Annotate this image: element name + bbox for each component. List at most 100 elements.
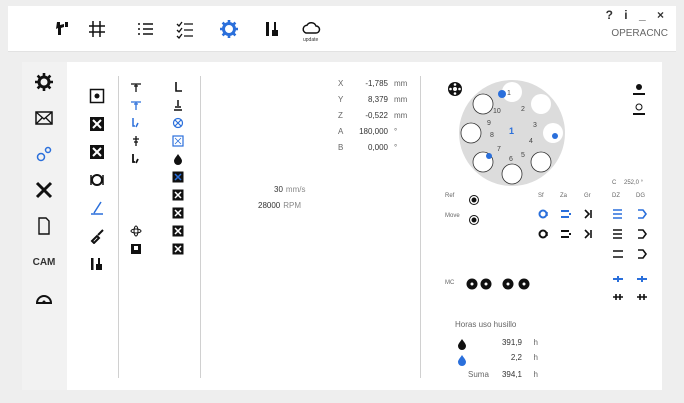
feed-readout: 30 mm/s [274, 185, 306, 194]
clamp-black-icon[interactable] [612, 290, 624, 304]
frame-dot-icon[interactable] [88, 87, 106, 105]
bit-icon[interactable] [130, 116, 142, 130]
col-header-sf: Sf [538, 193, 544, 199]
dz-line-icon[interactable] [612, 247, 624, 261]
move-label: Move [445, 213, 460, 219]
bit-icon[interactable] [130, 152, 142, 166]
mc-carousel-icon[interactable] [480, 277, 492, 291]
za-on-icon[interactable] [560, 207, 572, 221]
clamp-blue-icon[interactable] [636, 272, 648, 286]
app-name: OPERACNC [611, 28, 668, 39]
spindle-tool-icon[interactable] [130, 98, 142, 112]
mc-carousel-icon[interactable] [466, 277, 478, 291]
gear-icon[interactable] [30, 68, 58, 96]
gears-icon[interactable] [30, 140, 58, 168]
c-axis-label: C [612, 180, 617, 186]
tools-icon[interactable] [88, 255, 106, 273]
sf-on-icon[interactable] [538, 207, 550, 221]
dg-off-icon[interactable] [636, 227, 648, 241]
axes-icon[interactable] [86, 18, 108, 40]
position-label: 10 [493, 108, 501, 115]
za-off-icon[interactable] [560, 227, 572, 241]
spindle-tool-icon[interactable] [130, 80, 142, 94]
hours-title: Horas uso husillo [455, 320, 517, 329]
col-header-dz: DZ [612, 193, 620, 199]
dg-on-icon[interactable] [636, 207, 648, 221]
clamp-blue-icon[interactable] [612, 272, 624, 286]
clamp-black-icon[interactable] [636, 290, 648, 304]
cam-button[interactable]: CAM [30, 248, 58, 276]
settings-gear-icon[interactable] [218, 18, 240, 40]
spindle-icon[interactable] [52, 18, 74, 40]
frame-figure-icon[interactable] [130, 242, 142, 256]
rpm-readout: 28000 RPM [258, 201, 302, 210]
drill-icon[interactable] [130, 134, 142, 148]
tools-icon[interactable] [262, 18, 284, 40]
col-header-gr: Gr [584, 193, 591, 199]
tool-ring-icon[interactable] [88, 171, 106, 189]
c-axis-value: 252,0 ° [624, 180, 644, 186]
list-icon[interactable] [134, 18, 156, 40]
window-controls[interactable]: ? i _ × [606, 8, 668, 22]
gr-on-icon[interactable] [584, 207, 596, 221]
knife-icon[interactable] [88, 199, 106, 217]
gr-off-icon[interactable] [584, 227, 596, 241]
position-label: 1 [507, 90, 511, 97]
frame-cross-icon[interactable] [172, 188, 184, 202]
coord-row-b: B 0,000 ° [338, 143, 398, 152]
frame-cross-icon[interactable] [172, 242, 184, 256]
brush-icon[interactable] [88, 227, 106, 245]
position-label: 8 [490, 132, 494, 139]
coord-row-z: Z -0,522 mm [338, 111, 408, 120]
dz-on-icon[interactable] [612, 207, 624, 221]
left-sidebar: CAM [22, 62, 67, 390]
document-icon[interactable] [30, 212, 58, 240]
mc-label: MC [445, 280, 455, 286]
position-label: 2 [521, 106, 525, 113]
hours-row-1: 391,9 h [501, 338, 538, 347]
drop-icon[interactable] [172, 152, 184, 166]
frame-cross-icon[interactable] [88, 143, 106, 161]
mc-carousel-icon[interactable] [502, 277, 514, 291]
position-label: 6 [509, 156, 513, 163]
atom-icon[interactable] [130, 224, 142, 238]
protractor-icon[interactable] [30, 284, 58, 312]
position-label: 3 [533, 122, 537, 129]
checklist-icon[interactable] [174, 18, 196, 40]
sf-off-icon[interactable] [538, 227, 550, 241]
col-header-za: Za [560, 193, 568, 199]
column-divider [118, 76, 119, 378]
drop-black-icon [456, 337, 468, 351]
frame-cross-icon[interactable] [172, 170, 184, 184]
position-label: 7 [497, 146, 501, 153]
hours-row-2: 2,2 h [510, 353, 538, 362]
position-label: 5 [521, 152, 525, 159]
hours-sum: 394,1 h [501, 370, 538, 379]
dg-line-icon[interactable] [636, 247, 648, 261]
coord-row-x: X -1,785 mm [338, 79, 408, 88]
top-toolbar: update ? i _ × OPERACNC [8, 6, 676, 52]
frame-cross-icon[interactable] [172, 206, 184, 220]
circle-cross-icon[interactable] [172, 116, 184, 130]
update-label: update [303, 37, 319, 43]
ref-label: Ref [445, 193, 455, 199]
position-label: 4 [529, 138, 533, 145]
active-position: 1 [509, 126, 515, 136]
dz-off-icon[interactable] [612, 227, 624, 241]
frame-dots-icon[interactable] [172, 134, 184, 148]
ref-radio[interactable] [468, 193, 480, 207]
move-radio[interactable] [468, 213, 480, 227]
mc-carousel-icon[interactable] [518, 277, 530, 291]
corner-tool-icon[interactable] [172, 80, 184, 94]
drop-blue-icon [456, 353, 468, 367]
unload-tool-icon[interactable] [630, 100, 648, 118]
envelope-icon[interactable] [30, 104, 58, 132]
load-tool-icon[interactable] [630, 80, 648, 98]
frame-cross-icon[interactable] [172, 224, 184, 238]
tool-carousel[interactable]: 1 2 3 4 5 6 7 8 9 10 1 [457, 78, 567, 188]
frame-cross-icon[interactable] [88, 115, 106, 133]
column-divider [200, 76, 201, 378]
tools-cross-icon[interactable] [30, 176, 58, 204]
probe-icon[interactable] [172, 98, 184, 112]
position-label: 9 [487, 120, 491, 127]
